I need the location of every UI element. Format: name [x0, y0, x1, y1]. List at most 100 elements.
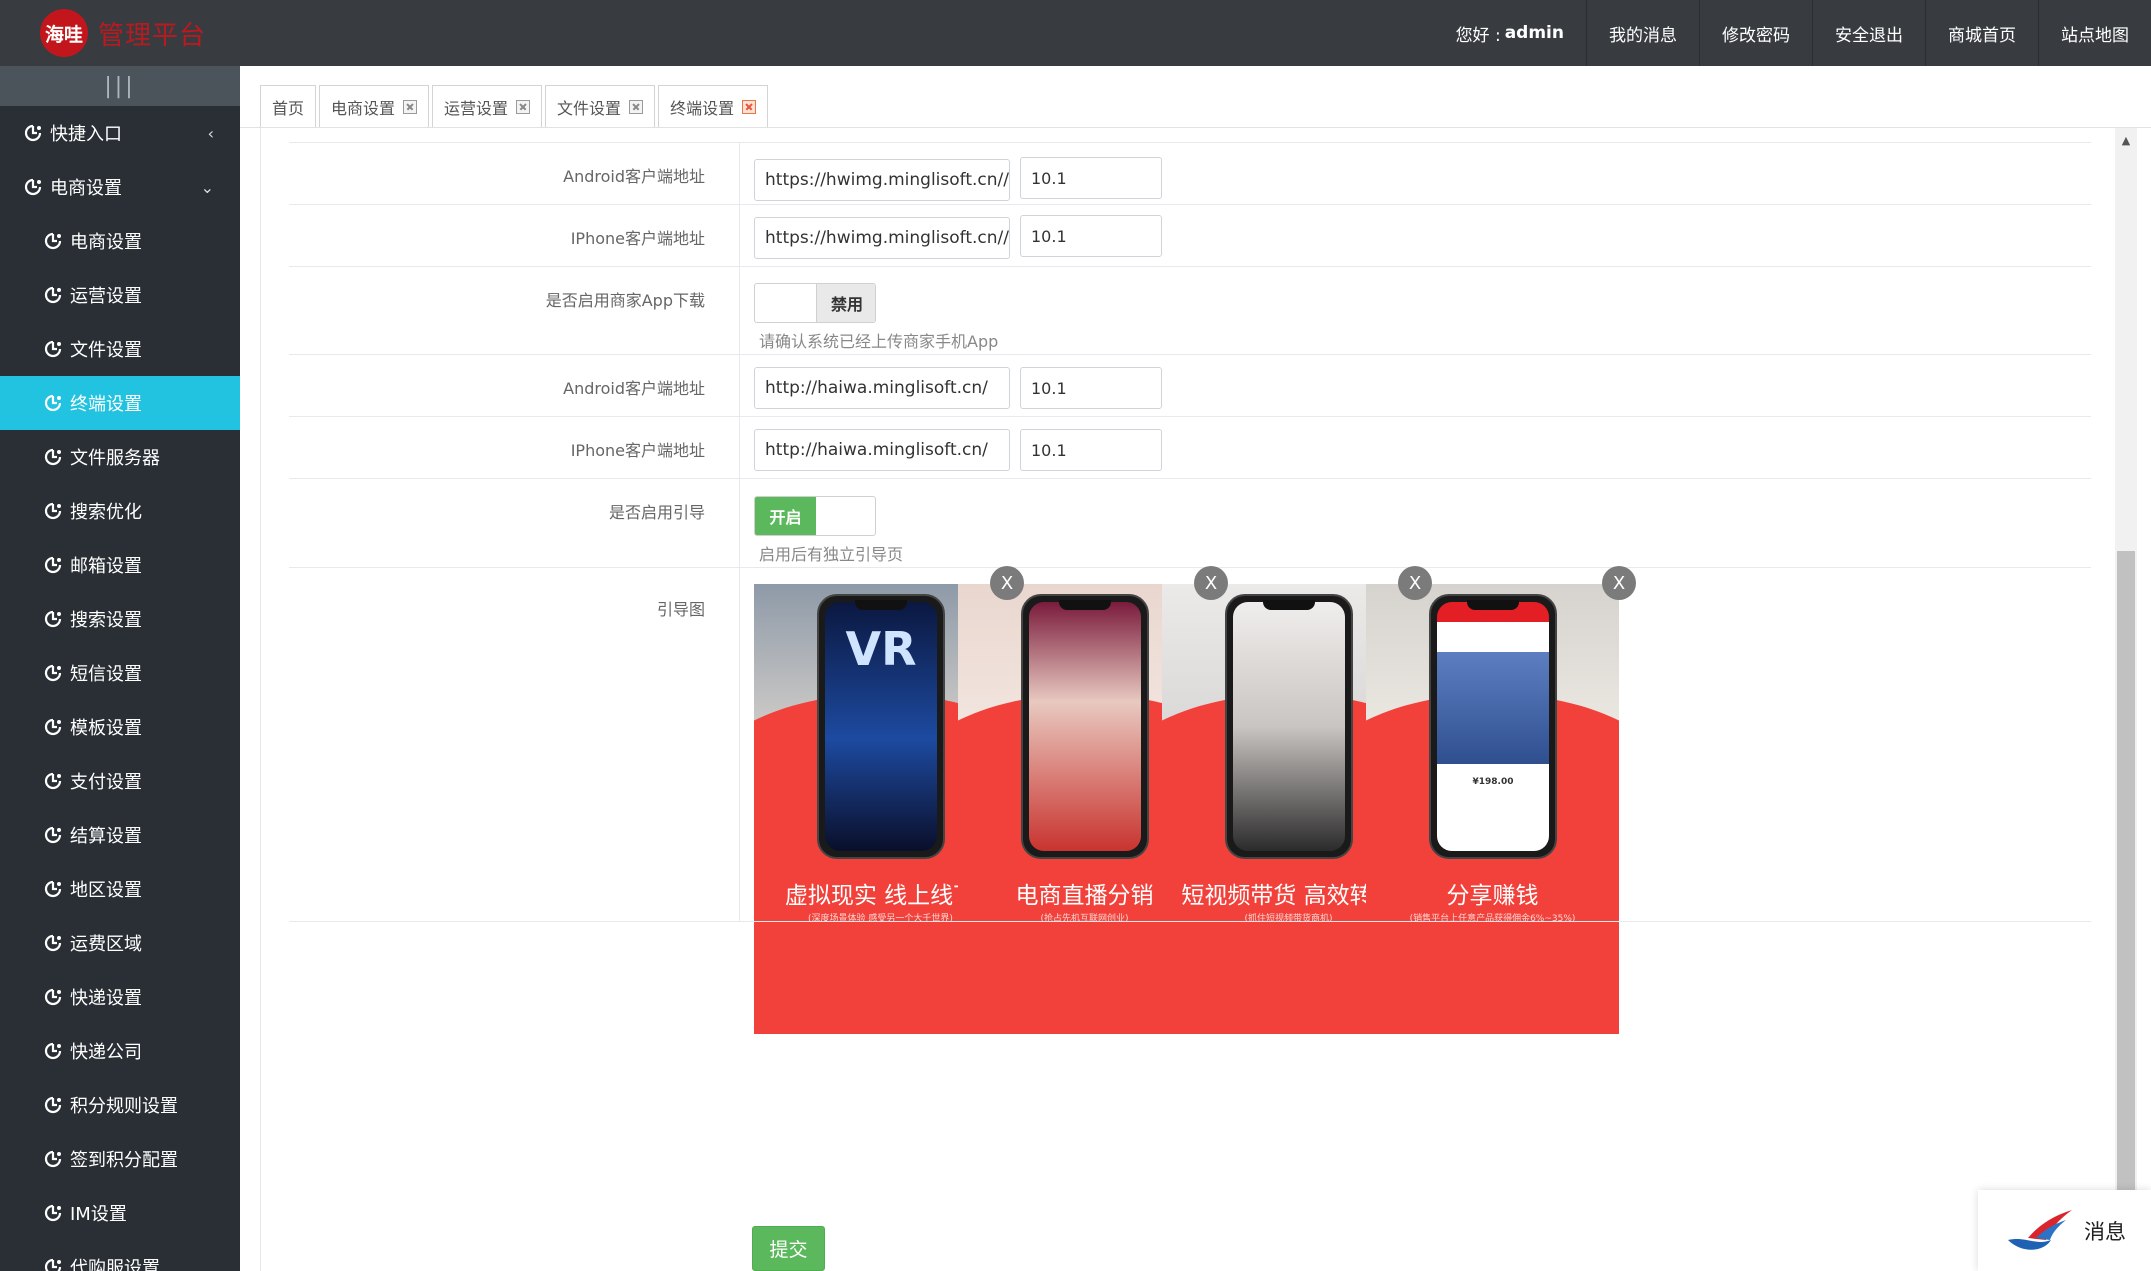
submit-button[interactable]: 提交: [752, 1226, 825, 1271]
sidebar-item-7[interactable]: 搜索优化: [0, 484, 240, 538]
sidebar-item-15[interactable]: 运费区域: [0, 916, 240, 970]
merchant-iphone-version-input[interactable]: 10.1: [1020, 215, 1162, 257]
sidebar-item-3[interactable]: 运营设置: [0, 268, 240, 322]
client-android-version-input[interactable]: 10.1: [1020, 367, 1162, 409]
sidebar-item-10[interactable]: 短信设置: [0, 646, 240, 700]
merchant-android-url-input[interactable]: https://hwimg.minglisoft.cn//upload/syst…: [754, 159, 1010, 201]
sidebar-item-21[interactable]: 代购服设置: [0, 1240, 240, 1271]
client-iphone-version-input[interactable]: 10.1: [1020, 429, 1162, 471]
message-widget[interactable]: 消息: [1978, 1190, 2151, 1271]
sidebar-item-13[interactable]: 结算设置: [0, 808, 240, 862]
scroll-up-arrow-icon[interactable]: ▲: [2115, 128, 2137, 152]
menu-link-icon: [42, 716, 64, 738]
toggle-on-label: 开启: [755, 497, 816, 535]
sidebar-item-label: 签到积分配置: [70, 1150, 178, 1171]
menu-link-icon: [42, 1256, 64, 1271]
chevron-icon: ‹: [207, 123, 214, 143]
phone-screen-text: ¥198.00: [1472, 777, 1514, 787]
remove-guide-image-button[interactable]: X: [990, 566, 1024, 600]
phone-mockup: [1225, 594, 1353, 859]
menu-link-icon: [42, 392, 64, 414]
sidebar-item-label: 运营设置: [70, 286, 142, 307]
close-icon: X: [1408, 572, 1422, 594]
tab-4[interactable]: 终端设置: [658, 85, 769, 127]
menu-link-icon: [42, 662, 64, 684]
tab-close-icon[interactable]: [629, 99, 644, 114]
vertical-scrollbar[interactable]: ▲: [2115, 128, 2137, 1198]
logo[interactable]: 海哇 管理平台: [40, 8, 206, 58]
phone-screen: ¥198.00: [1437, 602, 1549, 851]
menu-link-icon: [42, 878, 64, 900]
sidebar-item-label: 代购服设置: [70, 1258, 160, 1271]
chat-bird-icon: [2008, 1209, 2072, 1250]
sidebar-item-0[interactable]: 快捷入口 ‹: [0, 106, 240, 160]
sidebar-item-14[interactable]: 地区设置: [0, 862, 240, 916]
form-row-client-iphone: IPhone客户端地址 http://haiwa.minglisoft.cn/ …: [289, 416, 2091, 478]
toggle-off-label: 禁用: [816, 284, 875, 322]
sidebar-item-6[interactable]: 文件服务器: [0, 430, 240, 484]
merchant-android-version-input[interactable]: 10.1: [1020, 157, 1162, 199]
form-row-guide-images: 引导图 VR 虚拟现实 线上线下 (深度场景体验 感受另一个大千世界) X 电商直播分销…: [289, 566, 2091, 1034]
menu-link-icon: [42, 1148, 64, 1170]
merchant-app-toggle[interactable]: 禁用: [754, 283, 876, 323]
sidebar-item-16[interactable]: 快递设置: [0, 970, 240, 1024]
tab-2[interactable]: 运营设置: [432, 85, 543, 127]
sidebar-item-label: 电商设置: [50, 178, 122, 199]
tab-close-icon[interactable]: [516, 99, 531, 114]
sidebar-item-label: 短信设置: [70, 664, 142, 685]
menu-link-icon: [42, 446, 64, 468]
field-label: IPhone客户端地址: [570, 441, 705, 460]
close-icon: X: [1204, 572, 1218, 594]
tab-label: 首页: [272, 98, 305, 118]
sidebar-item-4[interactable]: 文件设置: [0, 322, 240, 376]
sidebar-toggle-button[interactable]: |||: [0, 66, 240, 106]
scrollbar-thumb[interactable]: [2117, 551, 2135, 1191]
top-header: 海哇 管理平台 您好 : admin 我的消息 修改密码 安全退出 商城首页 站…: [0, 0, 2151, 66]
tab-0[interactable]: 首页: [260, 85, 317, 127]
remove-guide-image-button[interactable]: X: [1194, 566, 1228, 600]
client-android-url-input[interactable]: http://haiwa.minglisoft.cn/: [754, 367, 1010, 409]
username: admin: [1504, 23, 1564, 43]
tab-close-icon[interactable]: [742, 99, 757, 114]
menu-link-icon: [42, 500, 64, 522]
guide-toggle[interactable]: 开启: [754, 496, 876, 536]
tab-3[interactable]: 文件设置: [545, 85, 656, 127]
close-icon: X: [1000, 572, 1014, 594]
sidebar-item-label: 搜索设置: [70, 610, 142, 631]
nav-mall-home[interactable]: 商城首页: [1925, 0, 2038, 66]
sidebar-item-2[interactable]: 电商设置: [0, 214, 240, 268]
nav-logout[interactable]: 安全退出: [1812, 0, 1925, 66]
terminal-settings-form: Android客户端地址 https://hwimg.minglisoft.cn…: [289, 142, 2091, 1034]
sidebar-item-18[interactable]: 积分规则设置: [0, 1078, 240, 1132]
nav-change-password[interactable]: 修改密码: [1699, 0, 1812, 66]
sidebar-item-11[interactable]: 模板设置: [0, 700, 240, 754]
merchant-iphone-url-input[interactable]: https://hwimg.minglisoft.cn//upload/syst…: [754, 217, 1010, 259]
sidebar-item-19[interactable]: 签到积分配置: [0, 1132, 240, 1186]
nav-site-map[interactable]: 站点地图: [2038, 0, 2151, 66]
remove-guide-image-button[interactable]: X: [1602, 566, 1636, 600]
guide-image-4[interactable]: ¥198.00 分享赚钱 (销售平台上任意产品获得佣金6%~35%): [1366, 584, 1619, 1034]
sidebar-item-label: 快捷入口: [50, 124, 122, 145]
message-widget-label: 消息: [2084, 1219, 2126, 1244]
tab-close-icon[interactable]: [403, 99, 418, 114]
tab-label: 文件设置: [557, 98, 622, 118]
logo-badge: 海哇: [40, 9, 88, 57]
tab-label: 电商设置: [331, 98, 396, 118]
sidebar-item-12[interactable]: 支付设置: [0, 754, 240, 808]
sidebar-item-20[interactable]: IM设置: [0, 1186, 240, 1240]
nav-my-messages[interactable]: 我的消息: [1586, 0, 1699, 66]
field-label: Android客户端地址: [563, 379, 705, 398]
sidebar-item-5[interactable]: 终端设置: [0, 376, 240, 430]
sidebar-item-8[interactable]: 邮箱设置: [0, 538, 240, 592]
remove-guide-image-button[interactable]: X: [1398, 566, 1432, 600]
client-iphone-url-input[interactable]: http://haiwa.minglisoft.cn/: [754, 429, 1010, 471]
menu-link-icon: [42, 770, 64, 792]
phone-screen: [1029, 602, 1141, 851]
form-row-merchant-android: Android客户端地址 https://hwimg.minglisoft.cn…: [289, 142, 2091, 204]
sidebar-item-label: 搜索优化: [70, 502, 142, 523]
sidebar-item-9[interactable]: 搜索设置: [0, 592, 240, 646]
tab-1[interactable]: 电商设置: [319, 85, 430, 127]
sidebar-item-1[interactable]: 电商设置 ⌄: [0, 160, 240, 214]
sidebar-item-label: 支付设置: [70, 772, 142, 793]
sidebar-item-17[interactable]: 快递公司: [0, 1024, 240, 1078]
